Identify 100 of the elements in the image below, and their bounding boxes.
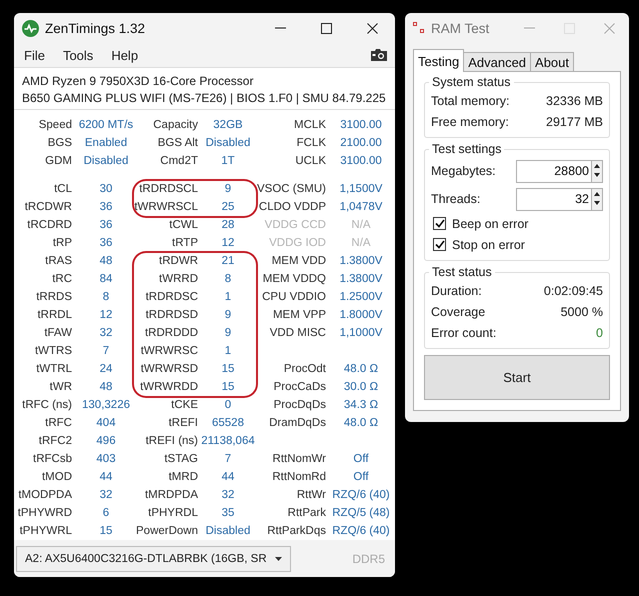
timing-value: 30 bbox=[100, 182, 112, 197]
minimize-icon bbox=[524, 27, 534, 29]
timing-label: tWRWRSD bbox=[140, 362, 199, 377]
timing-value: 8 bbox=[224, 272, 232, 287]
checkbox-label: Stop on error bbox=[452, 238, 525, 252]
status-value: 5000 % bbox=[560, 304, 603, 318]
group-title: Test settings bbox=[431, 142, 502, 156]
status-label: Duration: bbox=[431, 284, 482, 298]
timing-label: PowerDown bbox=[136, 524, 199, 539]
timing-value: 15 bbox=[222, 362, 234, 377]
timing-value: 6200 MT/s bbox=[78, 118, 134, 133]
timing-label: tRC bbox=[52, 272, 73, 287]
timing-value: 1 bbox=[224, 344, 232, 359]
timing-label: GDM bbox=[45, 154, 73, 169]
timing-value: 48 bbox=[100, 254, 112, 269]
menu-item[interactable]: File bbox=[22, 48, 53, 62]
timing-label: CLDO VDDP bbox=[258, 200, 327, 215]
timing-value: 404 bbox=[96, 416, 116, 431]
tab[interactable]: Advanced bbox=[463, 52, 532, 72]
timing-value: 32 bbox=[222, 488, 234, 503]
timing-label: tRP bbox=[52, 236, 73, 251]
timing-value: 1,0478V bbox=[340, 200, 382, 215]
field-label: Threads: bbox=[431, 192, 480, 206]
spin-arrows-icon[interactable] bbox=[591, 160, 603, 182]
number-input[interactable]: 32 bbox=[516, 188, 591, 210]
timing-value: 21138,064 bbox=[201, 434, 255, 449]
timing-value: 48 bbox=[100, 380, 112, 395]
timing-value: 0 bbox=[224, 398, 232, 413]
spin-arrows-icon[interactable] bbox=[591, 188, 603, 210]
timing-value: Disabled bbox=[206, 524, 250, 539]
board-info: B650 GAMING PLUS WIFI (MS-7E26) | BIOS 1.F0 | SMU 84.79.225 bbox=[22, 90, 387, 106]
timing-value: 2100.00 bbox=[340, 136, 382, 151]
status-value: 0 bbox=[596, 326, 603, 340]
timing-value: 36 bbox=[100, 200, 112, 215]
timing-value: 44 bbox=[100, 470, 112, 485]
timing-label: tRCDWR bbox=[24, 200, 73, 215]
close-icon bbox=[604, 22, 614, 34]
timing-value: 3100.00 bbox=[340, 118, 382, 133]
status-label: Free memory: bbox=[431, 114, 509, 128]
checkbox[interactable] bbox=[433, 238, 446, 251]
timing-label: tRDRDSC bbox=[146, 290, 199, 305]
timing-value: N/A bbox=[351, 218, 371, 233]
timing-label: tRDRDSCL bbox=[139, 182, 199, 197]
tab[interactable]: About bbox=[530, 52, 574, 72]
checkbox[interactable] bbox=[433, 217, 446, 230]
app-logo-icon bbox=[413, 22, 425, 34]
timing-value: 48.0 Ω bbox=[344, 416, 378, 431]
window-title: RAM Test bbox=[431, 20, 490, 36]
timing-label: RttNomWr bbox=[272, 452, 327, 467]
status-value: 29177 MB bbox=[546, 114, 603, 128]
timing-value: 44 bbox=[222, 470, 234, 485]
timing-label: MEM VDDQ bbox=[262, 272, 327, 287]
status-label: Coverage bbox=[431, 304, 486, 318]
tab[interactable]: Testing bbox=[413, 49, 464, 72]
timing-value: RZQ/5 (48) bbox=[332, 506, 390, 521]
timing-label: tCKE bbox=[171, 398, 199, 413]
timing-label: tWRWRDD bbox=[140, 380, 199, 395]
timing-value: 21 bbox=[222, 254, 234, 269]
number-input[interactable]: 28800 bbox=[516, 160, 591, 182]
timing-label: tWTRS bbox=[34, 344, 73, 359]
timing-label: tMRD bbox=[168, 470, 199, 485]
timing-label: tCL bbox=[54, 182, 73, 197]
start-button[interactable]: Start bbox=[424, 355, 610, 400]
timing-label: tRDRDDD bbox=[144, 326, 199, 341]
timing-value: 36 bbox=[100, 236, 112, 251]
timing-value: 1,1000V bbox=[340, 326, 382, 341]
timing-label: tWRRD bbox=[159, 272, 199, 287]
timing-value: Enabled bbox=[84, 136, 128, 151]
timing-value: 35 bbox=[222, 506, 234, 521]
timing-value: 25 bbox=[222, 200, 234, 215]
menu-item[interactable]: Help bbox=[109, 48, 146, 62]
processor-name: AMD Ryzen 9 7950X3D 16-Core Processor bbox=[22, 73, 254, 89]
timing-value: 12 bbox=[222, 236, 234, 251]
timing-value: 6 bbox=[102, 506, 110, 521]
timing-label: Capacity bbox=[153, 118, 199, 133]
memory-type: DDR5 bbox=[352, 552, 385, 566]
module-dropdown[interactable]: A2: AX5U6400C3216G-DTLABRBK (16GB, SR bbox=[16, 546, 291, 572]
group-title: Test status bbox=[431, 265, 493, 279]
timing-label: tRTP bbox=[172, 236, 199, 251]
timing-value: 1T bbox=[221, 154, 235, 169]
camera-icon[interactable] bbox=[371, 49, 387, 61]
timing-value: 9 bbox=[224, 308, 232, 323]
timing-label: RttNomRd bbox=[272, 470, 327, 485]
timing-value: Off bbox=[353, 470, 369, 485]
timing-label: tRCDRD bbox=[27, 218, 73, 233]
timing-value: Disabled bbox=[206, 136, 250, 151]
timing-label: Cmd2T bbox=[160, 154, 199, 169]
checkbox-label: Beep on error bbox=[452, 216, 528, 230]
timing-label: tPHYRDL bbox=[148, 506, 199, 521]
timing-value: 1.3800V bbox=[340, 254, 382, 269]
timing-value: Disabled bbox=[84, 154, 128, 169]
timing-label: BGS Alt bbox=[158, 136, 199, 151]
timing-label: tRDRDSD bbox=[146, 308, 199, 323]
timing-label: tRFC (ns) bbox=[22, 398, 73, 413]
timing-value: 1.8000V bbox=[340, 308, 382, 323]
menu-item[interactable]: Tools bbox=[60, 48, 102, 62]
timing-value: 32 bbox=[100, 326, 112, 341]
app-logo-icon bbox=[22, 20, 39, 36]
maximize-icon bbox=[320, 22, 332, 34]
timing-label: tPHYWRL bbox=[20, 524, 73, 539]
